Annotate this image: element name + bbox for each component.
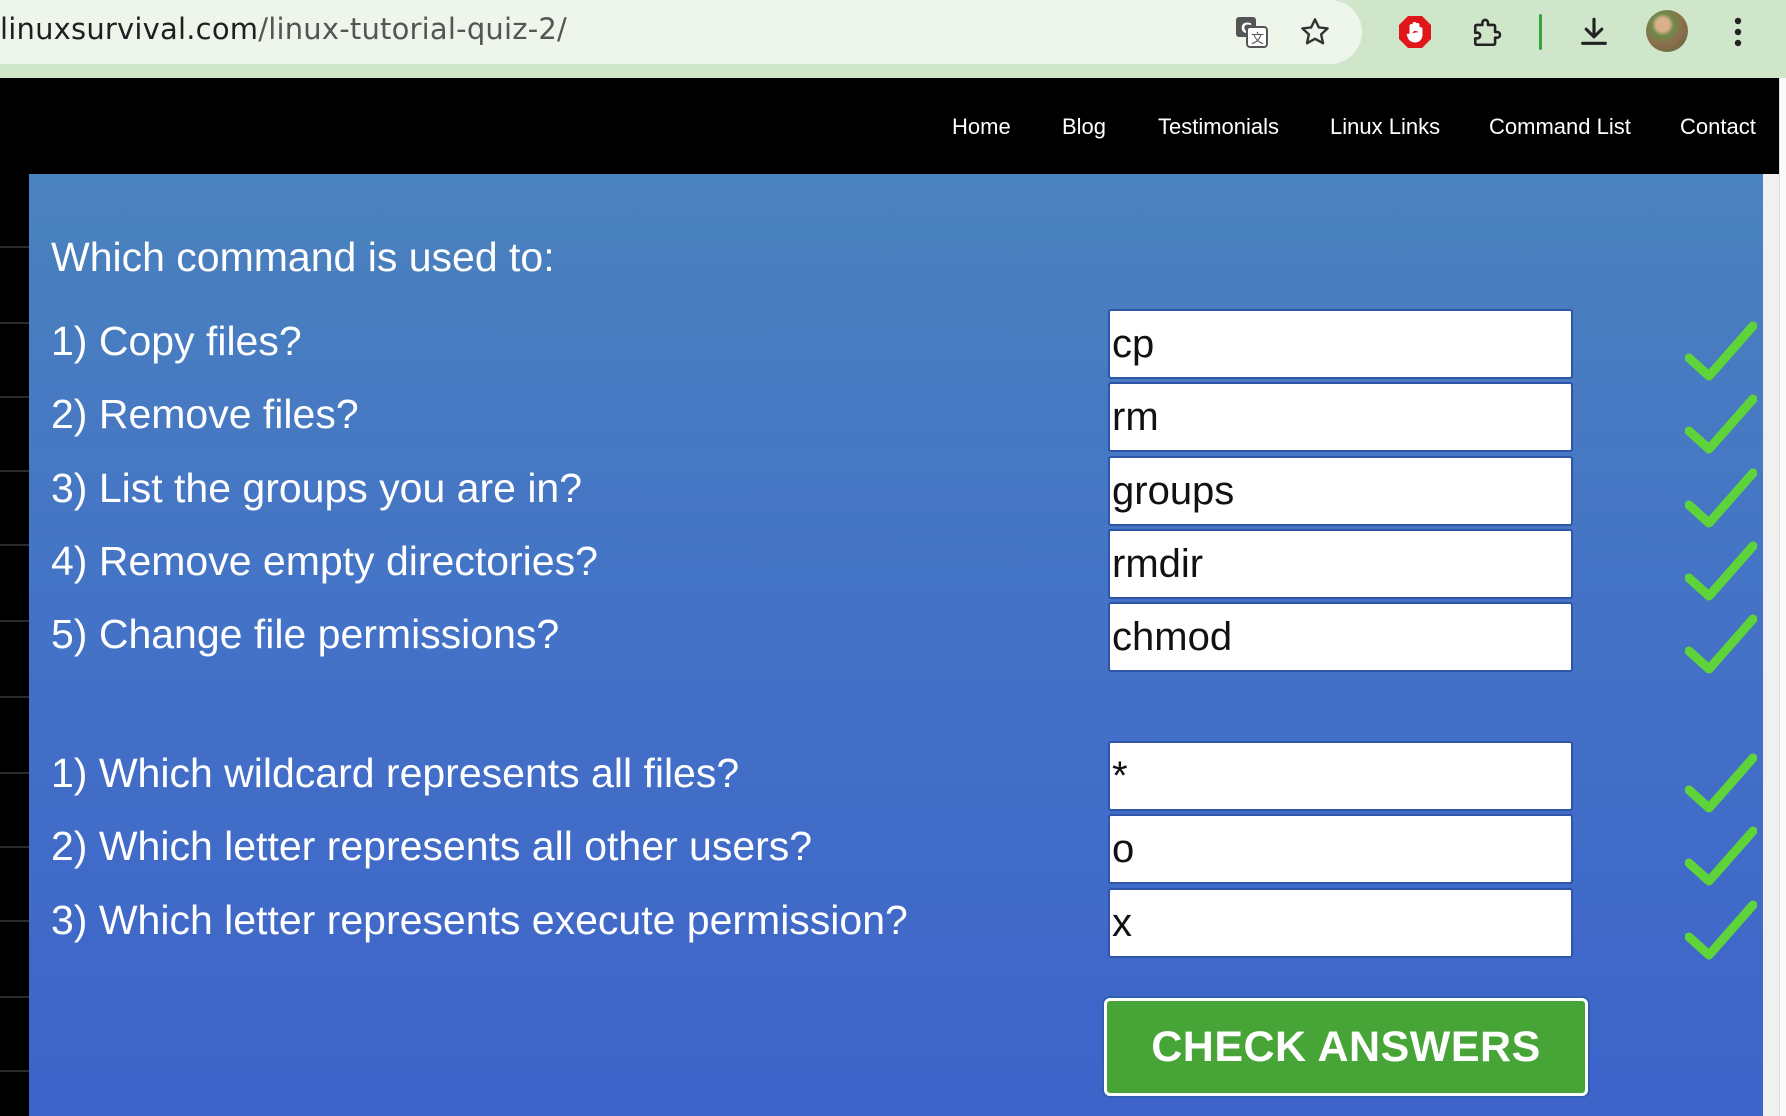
page-scrollbar[interactable] xyxy=(1779,78,1786,1116)
check-answers-button[interactable]: CHECK ANSWERS xyxy=(1104,998,1588,1096)
answer-input-3[interactable] xyxy=(1108,456,1573,526)
nav-contact[interactable]: Contact xyxy=(1680,114,1756,140)
nav-command-list[interactable]: Command List xyxy=(1489,114,1631,140)
url-path: /linux-tutorial-quiz-2/ xyxy=(258,12,567,46)
svg-text:文: 文 xyxy=(1251,32,1264,47)
bookmark-star-icon[interactable] xyxy=(1295,12,1335,52)
profile-avatar[interactable] xyxy=(1646,10,1688,52)
adblock-stop-icon[interactable] xyxy=(1393,10,1437,54)
question-3: 3) List the groups you are in? xyxy=(51,465,583,511)
left-margin xyxy=(0,174,29,1116)
nav-testimonials[interactable]: Testimonials xyxy=(1158,114,1279,140)
answer-input-5[interactable] xyxy=(1108,602,1573,672)
question-5: 5) Change file permissions? xyxy=(51,611,560,657)
more-menu-icon[interactable] xyxy=(1716,10,1760,54)
quiz-heading: Which command is used to: xyxy=(51,234,555,280)
translate-icon[interactable]: G文 xyxy=(1232,12,1272,52)
url-domain: linuxsurvival.com xyxy=(0,12,259,46)
answer-input-2[interactable] xyxy=(1108,382,1573,452)
wildcard-answer-input-2[interactable] xyxy=(1108,814,1573,884)
toolbar-divider xyxy=(1539,14,1542,50)
nav-linux-links[interactable]: Linux Links xyxy=(1330,114,1440,140)
wildcard-question-2: 2) Which letter represents all other use… xyxy=(51,823,813,869)
wildcard-question-1: 1) Which wildcard represents all files? xyxy=(51,750,740,796)
url-text[interactable]: linuxsurvival.com/linux-tutorial-quiz-2/ xyxy=(0,12,567,46)
extensions-icon[interactable] xyxy=(1466,10,1510,54)
check-icon xyxy=(1685,321,1757,381)
check-icon xyxy=(1685,468,1757,528)
nav-blog[interactable]: Blog xyxy=(1062,114,1106,140)
wildcard-answer-input-3[interactable] xyxy=(1108,888,1573,958)
download-icon[interactable] xyxy=(1572,10,1616,54)
wildcard-answer-input-1[interactable] xyxy=(1108,741,1573,811)
nav-home[interactable]: Home xyxy=(952,114,1011,140)
quiz-panel: Which command is used to: 1) Copy files?… xyxy=(29,174,1763,1116)
browser-toolbar: linuxsurvival.com/linux-tutorial-quiz-2/… xyxy=(0,0,1786,78)
address-bar[interactable]: linuxsurvival.com/linux-tutorial-quiz-2/… xyxy=(0,0,1362,64)
answer-input-4[interactable] xyxy=(1108,529,1573,599)
check-icon xyxy=(1685,614,1757,674)
wildcard-question-3: 3) Which letter represents execute permi… xyxy=(51,897,908,943)
question-2: 2) Remove files? xyxy=(51,391,359,437)
question-4: 4) Remove empty directories? xyxy=(51,538,598,584)
check-icon xyxy=(1685,753,1757,813)
answer-input-1[interactable] xyxy=(1108,309,1573,379)
site-navigation: Home Blog Testimonials Linux Links Comma… xyxy=(0,78,1786,174)
check-icon xyxy=(1685,900,1757,960)
question-1: 1) Copy files? xyxy=(51,318,302,364)
check-icon xyxy=(1685,541,1757,601)
check-icon xyxy=(1685,394,1757,454)
check-icon xyxy=(1685,826,1757,886)
